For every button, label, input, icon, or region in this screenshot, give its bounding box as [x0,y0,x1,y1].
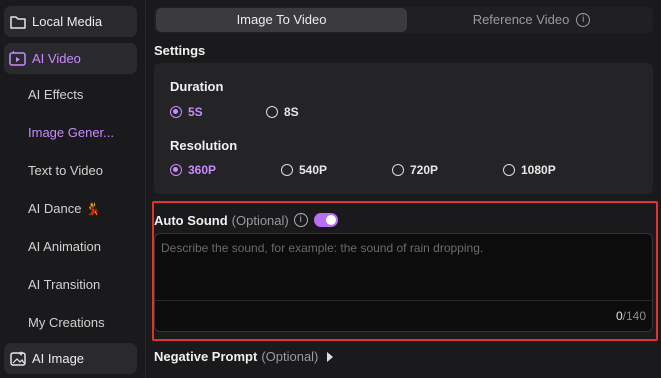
radio-label: 540P [299,163,328,177]
sidebar-item-label: AI Effects [28,87,84,102]
sidebar: Local Media AI Video AI Effects Image Ge… [0,0,146,378]
sidebar-item-label: Text to Video [28,163,103,178]
sidebar-item-image-generation[interactable]: Image Gener... [28,122,114,144]
duration-title: Duration [170,79,224,94]
radio-selected-icon [170,164,182,176]
main-panel: Image To Video Reference Video i Settings… [147,0,661,378]
radio-icon [503,164,515,176]
character-counter: 0/140 [616,309,646,323]
radio-label: 1080P [521,163,556,177]
sidebar-item-ai-image[interactable]: AI Image [4,343,137,374]
dancer-icon: 💃 [85,202,101,216]
ai-image-icon [9,350,26,367]
sidebar-item-label: AI Dance [28,201,82,216]
char-count: 0 [615,309,623,323]
resolution-option-1080p[interactable]: 1080P [503,163,556,177]
sidebar-item-ai-transition[interactable]: AI Transition [28,274,100,296]
tab-image-to-video[interactable]: Image To Video [156,8,407,32]
auto-sound-title: Auto Sound [154,212,228,228]
negative-prompt-title: Negative Prompt [154,349,258,364]
auto-sound-textarea[interactable]: Describe the sound, for example: the sou… [154,233,653,332]
folder-icon [9,13,26,30]
optional-tag: (Optional) [231,212,289,228]
resolution-option-360p[interactable]: 360P [170,163,216,177]
resolution-option-540p[interactable]: 540P [281,163,327,177]
auto-sound-toggle[interactable] [313,213,338,227]
ai-video-icon [9,50,26,67]
resolution-title: Resolution [170,138,238,153]
mode-tabs: Image To Video Reference Video i [154,7,653,33]
sidebar-item-my-creations[interactable]: My Creations [28,312,105,334]
settings-panel: Duration 5S 8S Resolution 360P 540P 720P… [154,63,653,194]
radio-label: 720P [410,163,439,177]
auto-sound-header: Auto Sound (Optional) i [154,211,338,229]
tab-label: Image To Video [236,12,327,27]
tab-reference-video[interactable]: Reference Video i [410,7,653,33]
resolution-option-720p[interactable]: 720P [392,163,438,177]
sidebar-item-ai-dance[interactable]: AI Dance 💃 [28,198,100,220]
sidebar-item-label: AI Video [32,51,81,66]
settings-heading: Settings [154,43,206,58]
radio-selected-icon [170,106,182,118]
sidebar-item-text-to-video[interactable]: Text to Video [28,160,103,182]
char-max: /140 [622,309,646,323]
radio-label: 5S [188,105,203,119]
negative-prompt-toggle[interactable]: Negative Prompt (Optional) [154,349,334,364]
duration-option-8s[interactable]: 8S [266,105,299,119]
sidebar-item-label: My Creations [28,315,105,330]
textarea-placeholder: Describe the sound, for example: the sou… [161,241,484,255]
sidebar-item-label: Local Media [32,14,103,29]
radio-label: 8S [284,105,299,119]
expand-arrow-icon [327,351,334,362]
duration-option-5s[interactable]: 5S [170,105,203,119]
radio-label: 360P [188,163,217,177]
radio-icon [281,164,293,176]
textarea-divider [155,300,652,301]
optional-tag: (Optional) [261,349,319,364]
sidebar-item-label: AI Animation [28,239,101,254]
sidebar-item-ai-video[interactable]: AI Video [4,43,137,74]
sidebar-item-local-media[interactable]: Local Media [4,6,137,37]
sidebar-item-ai-effects[interactable]: AI Effects [28,84,83,106]
sidebar-item-ai-animation[interactable]: AI Animation [28,236,101,258]
sidebar-item-label: AI Transition [28,277,101,292]
radio-icon [266,106,278,118]
radio-icon [392,164,404,176]
tab-label: Reference Video [472,12,570,27]
info-icon[interactable]: i [576,12,591,27]
info-icon[interactable]: i [293,213,308,227]
sidebar-item-label: Image Gener... [28,125,114,140]
sidebar-item-label: AI Image [32,351,85,366]
